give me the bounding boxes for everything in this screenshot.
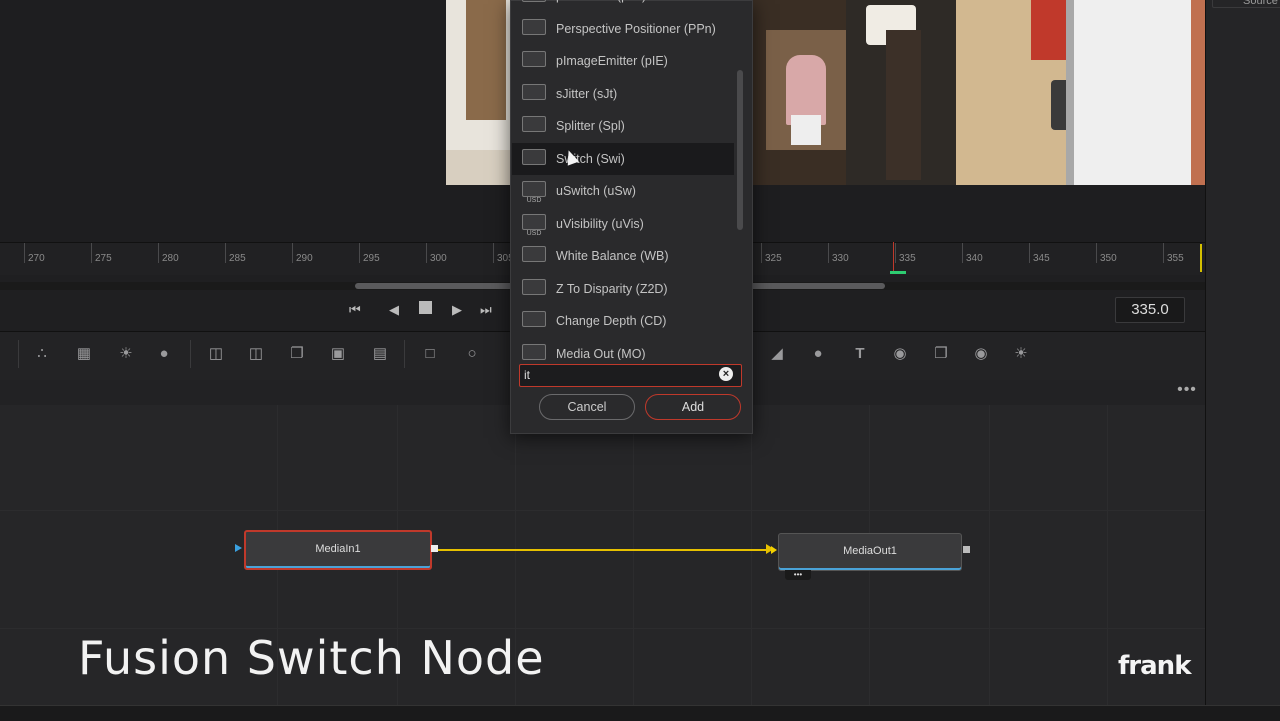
- usd-switch-icon: USD: [522, 181, 546, 204]
- mediain-node[interactable]: MediaIn1: [244, 530, 432, 570]
- z-to-disparity-icon: [522, 278, 546, 299]
- tool-search-value: it: [524, 368, 530, 382]
- tool-list-item[interactable]: Splitter (Spl): [512, 110, 734, 142]
- frank-logo: frank: [1118, 651, 1191, 681]
- video-title-overlay: Fusion Switch Node: [78, 631, 545, 685]
- mediaout-input-port[interactable]: [771, 546, 777, 554]
- tool-list-item[interactable]: Media Out (MO): [512, 338, 734, 361]
- media-out-icon: [522, 343, 546, 361]
- tool-list-item[interactable]: USD uSwitch (uSw): [512, 175, 734, 207]
- tool-list-item[interactable]: sJitter (sJt): [512, 78, 734, 110]
- cancel-button[interactable]: Cancel: [539, 394, 635, 420]
- tool-list-item-label: Media Out (MO): [556, 346, 646, 361]
- grid-line: [633, 405, 634, 705]
- clear-search-button[interactable]: ×: [719, 367, 733, 381]
- usd-badge: USD: [526, 229, 542, 237]
- tool-list-item[interactable]: Change Depth (CD): [512, 305, 734, 337]
- tool-list-item[interactable]: Perspective Positioner (PPn): [512, 13, 734, 45]
- tool-list-item[interactable]: White Balance (WB): [512, 240, 734, 272]
- usd-badge: USD: [526, 197, 542, 204]
- tool-list-item-label: uVisibility (uVis): [556, 216, 644, 231]
- tool-list-item[interactable]: pImageEmitter (pIE): [512, 45, 734, 77]
- grid-line: [989, 405, 990, 705]
- tool-list-item-label: pImageEmitter (pIE): [556, 54, 668, 68]
- grid-line: [0, 510, 1205, 511]
- tool-list-item[interactable]: Switch (Swi): [512, 142, 734, 175]
- tool-list-item-label: uSwitch (uSw): [556, 184, 636, 198]
- change-depth-icon: [522, 311, 546, 331]
- tool-list-item-label: Perspective Positioner (PPn): [556, 21, 716, 36]
- white-balance-icon: [522, 246, 546, 266]
- mediaout-output-port[interactable]: [963, 546, 970, 553]
- tool-list-scrollbar[interactable]: [737, 70, 743, 230]
- tool-list-item-label: sJitter (sJt): [556, 86, 618, 101]
- tool-list-item-label: Z To Disparity (Z2D): [556, 281, 668, 296]
- splitter-icon: [522, 116, 546, 136]
- jitter-icon: [522, 83, 546, 104]
- usd-visibility-icon: USD: [522, 213, 546, 237]
- tool-list-item[interactable]: Z To Disparity (Z2D): [512, 273, 734, 305]
- node-connection[interactable]: [438, 549, 768, 551]
- tool-list-item-label: pointoffset (ptof): [556, 0, 646, 12]
- add-button[interactable]: Add: [645, 394, 741, 420]
- mediaout-node[interactable]: MediaOut1: [778, 533, 962, 571]
- status-bar: [0, 705, 1280, 721]
- mediain-output-port[interactable]: [431, 545, 438, 552]
- grid-line: [1107, 405, 1108, 705]
- tool-search-input[interactable]: [519, 364, 742, 387]
- generic-node-icon: [522, 0, 546, 6]
- tool-list-item[interactable]: USD uVisibility (uVis): [512, 208, 734, 240]
- tool-list-item-label: Splitter (Spl): [556, 119, 625, 133]
- more-options-button[interactable]: •••: [1175, 382, 1199, 401]
- switch-icon: [522, 148, 546, 169]
- tool-list-item-label: Change Depth (CD): [556, 314, 667, 328]
- perspective-icon: [522, 18, 546, 39]
- mediaout-view-indicators[interactable]: •••: [785, 570, 811, 580]
- mediain-input-port[interactable]: [235, 544, 242, 552]
- tool-list-item[interactable]: pointoffset (ptof): [512, 0, 734, 12]
- tool-list-item-label: White Balance (WB): [556, 249, 669, 263]
- image-emitter-icon: [522, 51, 546, 71]
- grid-line: [751, 405, 752, 705]
- grid-line: [0, 628, 1205, 629]
